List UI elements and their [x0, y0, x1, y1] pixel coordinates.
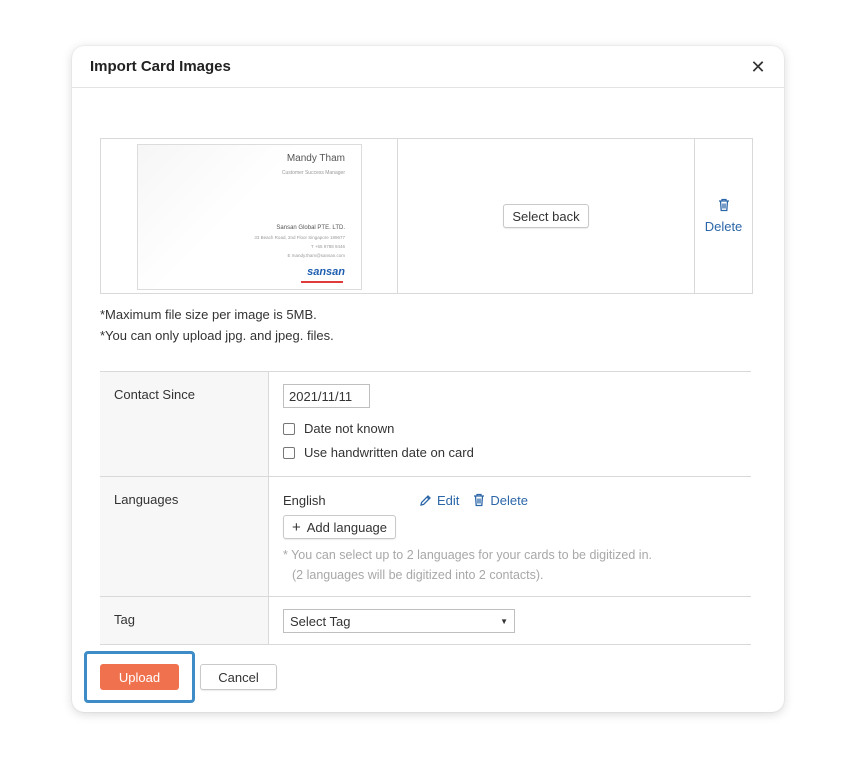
card-logo: sansan: [307, 266, 345, 278]
card-address: 33 Beach Road, 2nd Floor Singapore 18967…: [254, 235, 345, 240]
current-language: English: [283, 492, 326, 508]
contact-since-row: Contact Since Date not known Use handwri…: [100, 372, 751, 477]
languages-hint: * You can select up to 2 languages for y…: [283, 545, 737, 585]
card-email: E mandy.tham@sansan.com: [287, 253, 345, 258]
add-language-label: Add language: [306, 519, 388, 535]
card-role: Customer Success Manager: [281, 170, 345, 176]
edit-language-label: Edit: [437, 492, 460, 508]
dialog-header: Import Card Images ✕: [72, 46, 784, 88]
languages-hint-line2: (2 languages will be digitized into 2 co…: [292, 568, 544, 582]
edit-language-link[interactable]: Edit: [419, 493, 459, 508]
date-not-known-checkbox[interactable]: [283, 422, 295, 435]
card-front-cell: Mandy Tham Customer Success Manager Sans…: [101, 139, 398, 293]
select-back-button[interactable]: Select back: [503, 204, 589, 228]
tag-label: Tag: [100, 597, 269, 644]
delete-card-label: Delete: [704, 219, 743, 234]
dialog-footer: Upload Cancel: [100, 664, 277, 690]
contact-since-date-input[interactable]: [283, 384, 370, 408]
card-images-table: Mandy Tham Customer Success Manager Sans…: [100, 138, 753, 294]
type-note: *You can only upload jpg. and jpeg. file…: [100, 328, 334, 343]
languages-label: Languages: [100, 477, 269, 596]
handwritten-date-checkbox[interactable]: [283, 446, 295, 459]
trash-icon: [474, 493, 485, 507]
delete-language-link[interactable]: Delete: [473, 493, 528, 508]
card-logo-underline: [301, 281, 343, 283]
add-language-button[interactable]: + Add language: [283, 515, 397, 539]
trash-icon: [718, 198, 730, 217]
delete-language-label: Delete: [490, 492, 528, 508]
languages-hint-line1: * You can select up to 2 languages for y…: [283, 548, 652, 562]
tag-select-value: Select Tag: [290, 613, 351, 629]
import-form: Contact Since Date not known Use handwri…: [100, 371, 751, 645]
plus-icon: +: [292, 518, 301, 536]
size-note: *Maximum file size per image is 5MB.: [100, 307, 317, 322]
dialog-title: Import Card Images: [90, 58, 231, 75]
contact-since-label: Contact Since: [100, 372, 269, 476]
tag-select[interactable]: Select Tag ▼: [283, 609, 515, 633]
cancel-button[interactable]: Cancel: [200, 664, 277, 690]
chevron-down-icon: ▼: [500, 616, 508, 626]
languages-row: Languages English Edit Delete + Add lang…: [100, 477, 751, 597]
card-name: Mandy Tham: [286, 153, 345, 164]
card-front-image[interactable]: Mandy Tham Customer Success Manager Sans…: [137, 144, 362, 290]
import-dialog: Import Card Images ✕ Mandy Tham Customer…: [72, 46, 784, 712]
date-not-known-label: Date not known: [304, 421, 395, 436]
tag-row: Tag Select Tag ▼: [100, 597, 751, 645]
card-back-cell: Select back: [398, 139, 695, 293]
upload-button[interactable]: Upload: [100, 664, 179, 690]
delete-card-button[interactable]: Delete: [695, 139, 752, 293]
card-company: Sansan Global PTE. LTD.: [276, 225, 345, 231]
close-icon[interactable]: ✕: [748, 57, 768, 77]
upload-notes: *Maximum file size per image is 5MB. *Yo…: [100, 304, 334, 346]
pencil-icon: [420, 494, 431, 506]
card-phone: T +65 9788 9446: [310, 244, 345, 249]
handwritten-date-label: Use handwritten date on card: [304, 445, 474, 460]
